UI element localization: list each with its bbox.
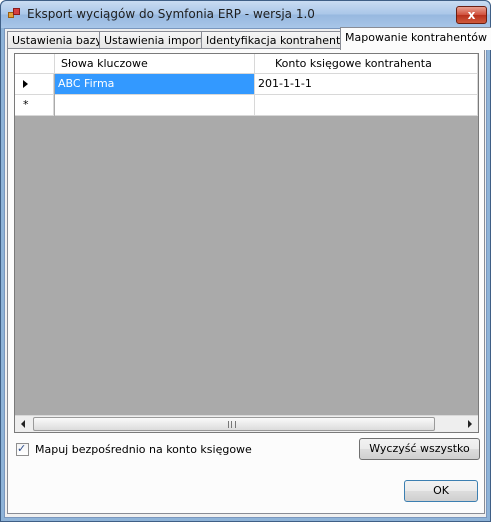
column-header-account[interactable]: Konto księgowe kontrahenta bbox=[255, 54, 478, 74]
mapping-tab-panel: Słowa kluczowe Konto księgowe kontrahent… bbox=[7, 48, 485, 514]
close-button[interactable]: x bbox=[456, 6, 487, 24]
column-header-keywords[interactable]: Słowa kluczowe bbox=[55, 54, 255, 74]
scroll-thumb[interactable] bbox=[33, 417, 435, 431]
row-header[interactable] bbox=[15, 74, 54, 95]
tab-mapowanie-kontrahentow[interactable]: Mapowanie kontrahentów bbox=[340, 27, 491, 50]
clear-all-button[interactable]: Wyczyść wszystko bbox=[359, 438, 480, 460]
new-cell-account[interactable] bbox=[255, 95, 478, 116]
row-header-corner[interactable] bbox=[15, 54, 55, 74]
window-title: Eksport wyciągów do Symfonia ERP - wersj… bbox=[27, 7, 315, 21]
table-row[interactable]: ABC Firma 201-1-1-1 bbox=[15, 74, 478, 95]
cell-keyword[interactable]: ABC Firma bbox=[55, 74, 255, 95]
tab-strip: Ustawienia bazy Ustawienia importu Ident… bbox=[7, 27, 491, 50]
current-row-arrow-icon bbox=[23, 80, 28, 88]
window-client-area: Ustawienia bazy Ustawienia importu Ident… bbox=[4, 27, 491, 518]
scroll-left-icon bbox=[21, 420, 25, 428]
new-row[interactable]: * bbox=[15, 95, 478, 116]
title-bar[interactable]: Eksport wyciągów do Symfonia ERP - wersj… bbox=[1, 1, 490, 28]
scroll-grip-icon bbox=[228, 421, 236, 428]
direct-mapping-checkbox[interactable]: ✓ bbox=[16, 442, 29, 456]
app-icon bbox=[8, 8, 21, 20]
cell-account[interactable]: 201-1-1-1 bbox=[255, 74, 478, 95]
grid-header: Słowa kluczowe Konto księgowe kontrahent… bbox=[15, 54, 478, 74]
new-row-star-icon: * bbox=[23, 98, 29, 111]
app-window: Eksport wyciągów do Symfonia ERP - wersj… bbox=[0, 0, 491, 522]
mapping-grid[interactable]: Słowa kluczowe Konto księgowe kontrahent… bbox=[14, 53, 479, 433]
direct-mapping-option[interactable]: ✓ Mapuj bezpośrednio na konto księgowe bbox=[16, 442, 276, 458]
horizontal-scrollbar[interactable] bbox=[15, 415, 478, 432]
scroll-left-button[interactable] bbox=[15, 416, 32, 432]
scroll-right-icon bbox=[468, 420, 472, 428]
checkmark-icon: ✓ bbox=[17, 442, 27, 455]
new-cell-keyword[interactable] bbox=[55, 95, 255, 116]
new-row-header[interactable]: * bbox=[15, 95, 54, 116]
scroll-right-button[interactable] bbox=[461, 416, 478, 432]
ok-button[interactable]: OK bbox=[404, 480, 478, 502]
direct-mapping-label[interactable]: Mapuj bezpośrednio na konto księgowe bbox=[35, 443, 252, 456]
